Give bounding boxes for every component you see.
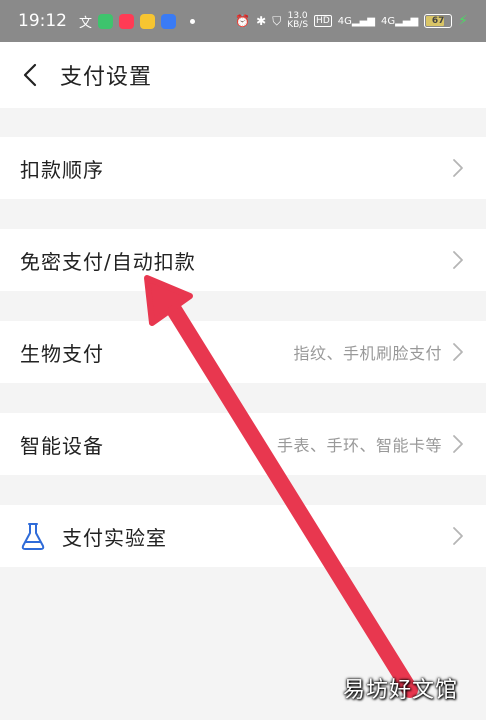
chevron-left-icon — [23, 63, 37, 87]
system-icons: ⏰ ✱ ⛉ 13.0 KB/S HD 4G▂▄▆ 4G▂▄▆ 67 ⚡ — [235, 12, 468, 30]
settings-row-smart-devices[interactable]: 智能设备 手表、手环、智能卡等 — [0, 413, 486, 475]
signal-icon-2: 4G▂▄▆ — [380, 15, 419, 27]
chevron-right-icon — [452, 341, 466, 363]
alarm-icon: ⏰ — [235, 14, 251, 28]
chevron-right-icon — [452, 249, 466, 271]
chevron-right-icon — [452, 525, 466, 547]
row-label: 智能设备 — [20, 433, 104, 458]
battery-icon: 67 — [424, 14, 453, 28]
back-button[interactable] — [0, 42, 60, 108]
watermark: 易坊好文馆 — [342, 678, 458, 703]
row-label: 扣款顺序 — [20, 157, 104, 182]
settings-row-payment-lab[interactable]: 支付实验室 — [0, 505, 486, 567]
network-speed: 13.0 KB/S — [287, 11, 309, 30]
more-notifications-icon — [190, 18, 196, 24]
row-label: 免密支付/自动扣款 — [20, 249, 196, 274]
play-store-icon — [98, 13, 114, 29]
link-app-icon — [161, 13, 177, 29]
row-value: 手表、手环、智能卡等 — [276, 436, 442, 455]
status-time: 19:12 — [18, 11, 67, 31]
row-label: 支付实验室 — [62, 525, 167, 550]
row-label: 生物支付 — [20, 341, 104, 366]
hd-badge: HD — [314, 15, 332, 27]
notes-app-icon — [140, 13, 156, 29]
video-app-icon — [119, 13, 135, 29]
app-text-icon: 文 — [79, 15, 93, 31]
chevron-right-icon — [452, 157, 466, 179]
charging-icon: ⚡ — [458, 13, 468, 29]
settings-row-password-free-payment[interactable]: 免密支付/自动扣款 — [0, 229, 486, 291]
signal-icon-1: 4G▂▄▆ — [337, 15, 375, 27]
bluetooth-icon: ✱ — [256, 14, 267, 28]
flask-icon — [21, 523, 45, 550]
settings-row-biometric-payment[interactable]: 生物支付 指纹、手机刷脸支付 — [0, 321, 486, 383]
page-title: 支付设置 — [60, 65, 153, 90]
settings-row-payment-order[interactable]: 扣款顺序 — [0, 137, 486, 199]
page-header: 支付设置 — [0, 42, 486, 108]
row-value: 指纹、手机刷脸支付 — [293, 344, 442, 363]
status-bar: 19:12 文 ⏰ ✱ ⛉ 13.0 KB/S HD 4G▂▄▆ 4G▂▄▆ 6… — [0, 0, 486, 42]
notification-icons: 文 — [79, 12, 196, 31]
shield-icon: ⛉ — [272, 13, 282, 28]
chevron-right-icon — [452, 433, 466, 455]
